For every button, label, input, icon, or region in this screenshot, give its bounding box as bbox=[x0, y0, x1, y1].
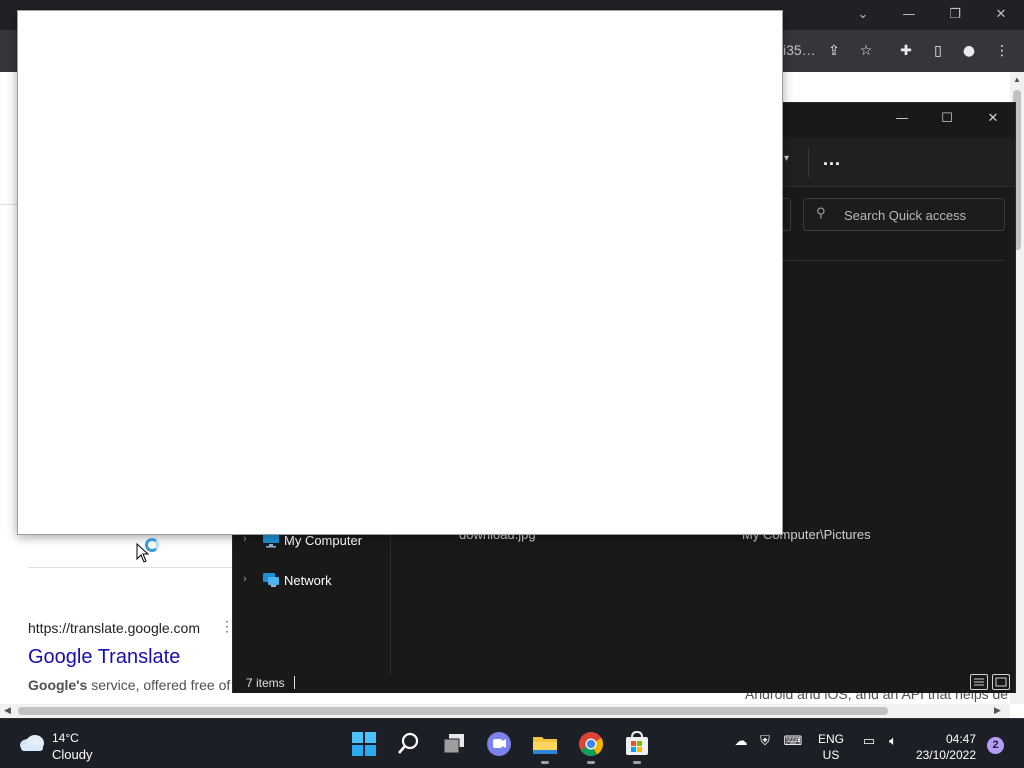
onedrive-icon[interactable]: ☁ bbox=[731, 734, 751, 754]
result-url[interactable]: https://translate.google.com bbox=[28, 620, 200, 636]
nav-item-label: Network bbox=[284, 573, 332, 588]
weather-condition[interactable]: Cloudy bbox=[52, 747, 92, 762]
volume-icon[interactable]: 🔈︎ bbox=[883, 734, 903, 754]
extensions-icon[interactable]: ✚ bbox=[895, 40, 917, 62]
notification-badge[interactable]: 2 bbox=[987, 737, 1004, 754]
chrome-button[interactable] bbox=[576, 729, 606, 764]
share-icon[interactable]: ⇪ bbox=[823, 40, 845, 62]
store-icon bbox=[626, 730, 648, 755]
cloud-icon[interactable] bbox=[18, 734, 46, 752]
maximize-icon[interactable]: ☐ bbox=[932, 107, 962, 131]
close-icon[interactable]: ✕ bbox=[978, 107, 1008, 131]
search-icon: ⚲ bbox=[816, 206, 826, 221]
star-icon[interactable]: ☆ bbox=[855, 40, 877, 62]
snippet-text: service, offered free of c bbox=[87, 677, 242, 693]
divider bbox=[390, 535, 391, 673]
chevron-right-icon[interactable]: › bbox=[243, 573, 247, 585]
network-icon bbox=[262, 572, 280, 588]
result-snippet: Google's service, offered free of c bbox=[28, 677, 241, 693]
file-explorer-button[interactable] bbox=[530, 729, 560, 764]
taskbar: 14°C Cloudy ☁ ⛨ ⌨ ENG US ▭ 🔈︎ 04:47 23/1… bbox=[0, 718, 1024, 768]
address-bar-text[interactable]: i35… bbox=[783, 42, 816, 58]
restore-icon[interactable]: ❐ bbox=[943, 4, 967, 26]
divider bbox=[28, 567, 233, 568]
nav-item-label: My Computer bbox=[284, 533, 363, 548]
divider bbox=[294, 676, 295, 689]
windows-icon bbox=[352, 732, 376, 756]
task-view-button[interactable] bbox=[440, 729, 470, 759]
clock[interactable]: 04:47 23/10/2022 bbox=[914, 731, 976, 763]
status-bar: 7 items bbox=[233, 673, 1015, 693]
divider bbox=[808, 149, 809, 177]
side-panel-icon[interactable]: ▯ bbox=[927, 40, 949, 62]
scroll-up-icon[interactable]: ▲ bbox=[1013, 75, 1021, 84]
weather-temperature[interactable]: 14°C bbox=[52, 731, 79, 745]
region-code: US bbox=[822, 748, 840, 762]
search-button[interactable] bbox=[394, 729, 424, 759]
details-view-icon[interactable] bbox=[970, 674, 988, 690]
microsoft-store-button[interactable] bbox=[622, 729, 652, 764]
scroll-right-icon[interactable]: ▶ bbox=[994, 705, 1001, 716]
start-button[interactable] bbox=[349, 729, 379, 759]
more-options-button[interactable]: ... bbox=[823, 149, 841, 170]
search-icon bbox=[398, 732, 419, 754]
folder-icon bbox=[533, 737, 557, 754]
teams-chat-button[interactable] bbox=[484, 729, 514, 759]
chrome-icon bbox=[579, 732, 604, 757]
result-title-link[interactable]: Google Translate bbox=[28, 646, 180, 669]
divider bbox=[783, 260, 1005, 261]
language-code: ENG bbox=[818, 732, 845, 746]
chevron-down-icon[interactable]: ▾ bbox=[784, 153, 789, 164]
profile-icon[interactable]: ● bbox=[958, 40, 980, 62]
scroll-left-icon[interactable]: ◀ bbox=[4, 705, 11, 716]
menu-icon[interactable]: ⋮ bbox=[991, 40, 1013, 62]
running-indicator bbox=[541, 761, 549, 764]
clock-date: 23/10/2022 bbox=[915, 748, 976, 762]
task-view-icon bbox=[443, 734, 464, 754]
mouse-cursor-icon bbox=[136, 543, 150, 563]
keyboard-icon[interactable]: ⌨ bbox=[783, 734, 803, 754]
item-count: 7 items bbox=[246, 676, 285, 690]
snippet-bold: Google's bbox=[28, 677, 88, 693]
blank-dialog-window[interactable] bbox=[17, 10, 783, 535]
minimize-icon[interactable]: — bbox=[887, 107, 917, 131]
minimize-icon[interactable]: — bbox=[897, 4, 921, 26]
large-icons-view-icon[interactable] bbox=[992, 674, 1010, 690]
security-icon[interactable]: ⛨ bbox=[755, 734, 775, 754]
running-indicator bbox=[633, 761, 641, 764]
language-indicator[interactable]: ENG US bbox=[818, 731, 844, 763]
search-placeholder: Search Quick access bbox=[844, 208, 967, 223]
scroll-thumb[interactable] bbox=[18, 707, 888, 715]
network-status-icon[interactable]: ▭ bbox=[859, 734, 879, 754]
close-icon[interactable]: ✕ bbox=[989, 4, 1013, 26]
horizontal-scrollbar[interactable]: ◀ ▶ bbox=[0, 704, 1010, 718]
running-indicator bbox=[587, 761, 595, 764]
clock-time: 04:47 bbox=[945, 732, 976, 746]
chat-icon bbox=[487, 732, 511, 756]
search-input[interactable]: ⚲ Search Quick access bbox=[803, 198, 1005, 231]
chevron-down-icon[interactable]: ⌄ bbox=[851, 4, 875, 26]
